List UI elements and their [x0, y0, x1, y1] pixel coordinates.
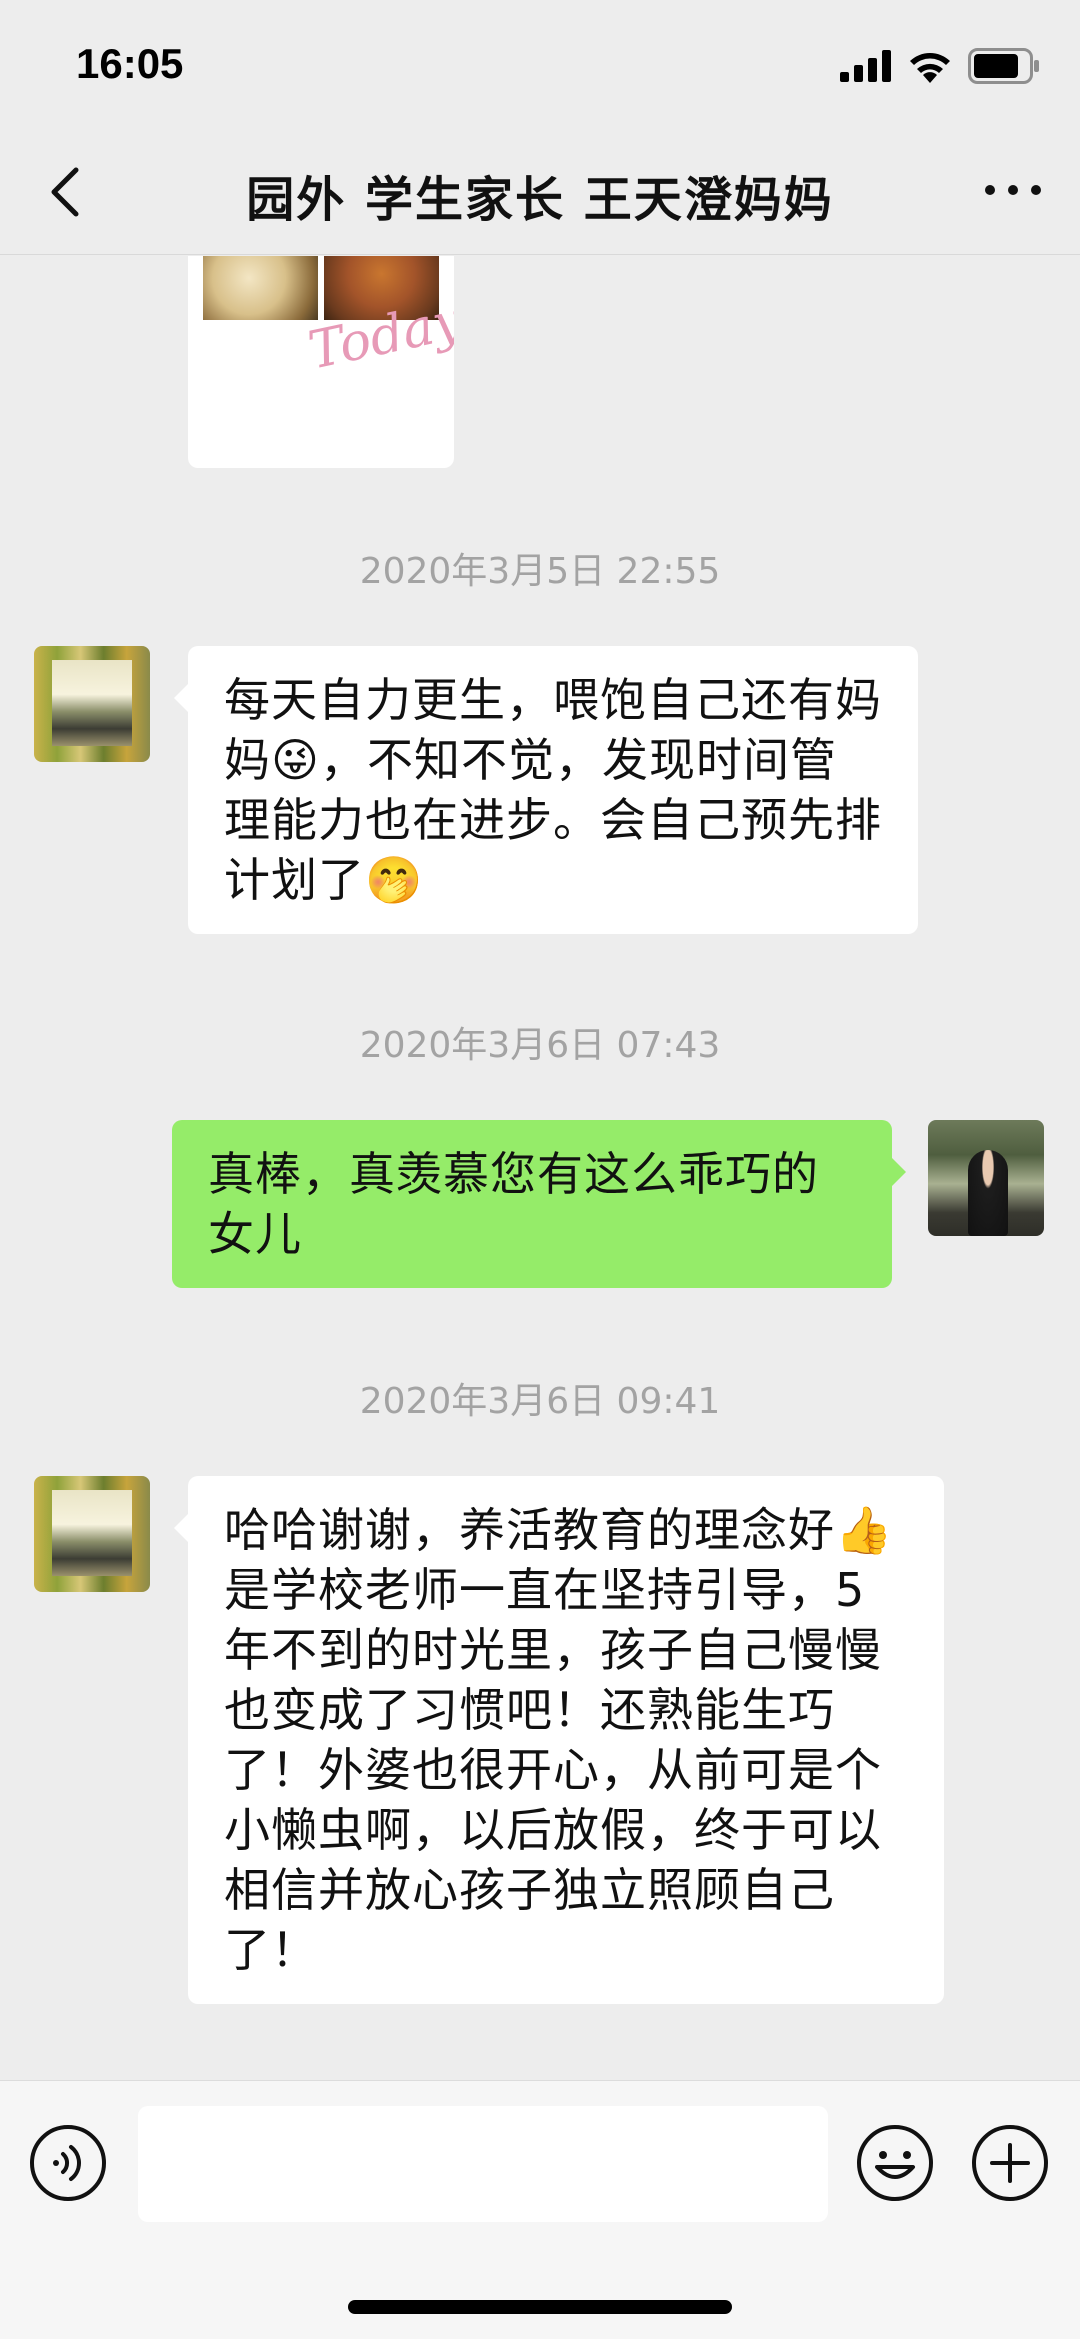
chat-area[interactable]: Today 2020年3月5日 22:55 每天自力更生，喂饱自己还有妈妈😜，不…	[0, 256, 1080, 2080]
message-input[interactable]	[138, 2106, 828, 2222]
message-bubble[interactable]: 每天自力更生，喂饱自己还有妈妈😜，不知不觉，发现时间管理能力也在进步。会自己预先…	[174, 646, 918, 934]
more-icon[interactable]	[980, 170, 1046, 210]
status-bar: 16:05	[0, 0, 1080, 130]
message-timestamp: 2020年3月5日 22:55	[359, 551, 721, 592]
message-bubble[interactable]: 真棒，真羡慕您有这么乖巧的女儿	[172, 1120, 906, 1288]
message-timestamp: 2020年3月6日 07:43	[359, 1025, 721, 1066]
avatar[interactable]	[34, 1476, 150, 1592]
emoji-icon[interactable]	[855, 2123, 935, 2203]
battery-icon	[968, 48, 1039, 84]
wifi-icon	[910, 53, 950, 83]
food-photo	[203, 256, 318, 320]
status-icons	[840, 48, 1040, 84]
nav-bar: 园外 学生家长 王天澄妈妈	[0, 130, 1080, 255]
signal-icon	[840, 50, 891, 82]
avatar[interactable]	[34, 646, 150, 762]
home-indicator[interactable]	[348, 2300, 732, 2314]
voice-icon[interactable]	[28, 2123, 108, 2203]
chat-title: 园外 学生家长 王天澄妈妈	[246, 172, 834, 228]
avatar[interactable]	[928, 1120, 1044, 1236]
message-timestamp: 2020年3月6日 09:41	[359, 1381, 721, 1422]
status-time: 16:05	[76, 40, 184, 87]
plus-icon[interactable]	[970, 2123, 1050, 2203]
image-message[interactable]: Today	[188, 256, 454, 468]
message-bubble[interactable]: 哈哈谢谢，养活教育的理念好👍是学校老师一直在坚持引导，5年不到的时光里，孩子自己…	[174, 1476, 944, 2004]
